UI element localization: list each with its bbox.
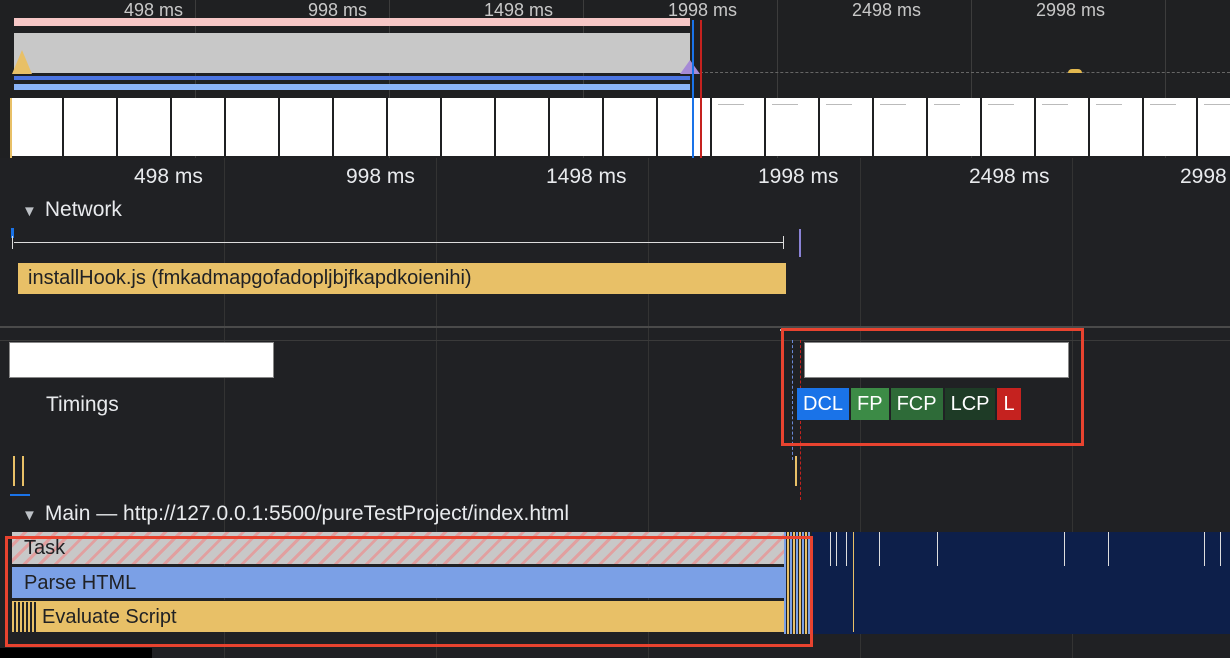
ruler-tick: 998 ms bbox=[346, 165, 415, 188]
collapse-triangle-icon[interactable]: ▼ bbox=[22, 203, 37, 220]
main-start-marker bbox=[10, 494, 30, 496]
screenshot-frame[interactable] bbox=[388, 98, 440, 156]
overview-main-line bbox=[14, 76, 690, 80]
screenshot-frame[interactable] bbox=[226, 98, 278, 156]
screenshot-frame[interactable] bbox=[1090, 98, 1142, 156]
main-thread-header[interactable]: ▼ Main — http://127.0.0.1:5500/pureTestPr… bbox=[22, 502, 569, 526]
task-tick[interactable] bbox=[1204, 532, 1205, 566]
ruler-tick: 1498 ms bbox=[546, 165, 627, 188]
screenshot-frame[interactable] bbox=[982, 98, 1034, 156]
collapse-triangle-icon[interactable]: ▼ bbox=[22, 507, 37, 524]
overview-idle-line bbox=[700, 72, 1230, 74]
task-tick[interactable] bbox=[1108, 532, 1109, 566]
task-tick[interactable] bbox=[836, 532, 837, 566]
interaction-bar[interactable] bbox=[795, 456, 797, 486]
highlight-box-main bbox=[5, 536, 813, 647]
screenshot-frame[interactable] bbox=[712, 98, 764, 156]
network-tiny-request[interactable] bbox=[799, 229, 801, 257]
screenshot-frame[interactable] bbox=[928, 98, 980, 156]
overview-bump bbox=[1068, 69, 1082, 73]
task-tick[interactable] bbox=[846, 532, 847, 566]
screenshot-frame[interactable] bbox=[118, 98, 170, 156]
timing-tooltip-box bbox=[9, 342, 274, 378]
selection-left-handle[interactable] bbox=[10, 98, 12, 158]
screenshot-frame[interactable] bbox=[442, 98, 494, 156]
ruler-tick: 498 ms bbox=[134, 165, 203, 188]
screenshot-frame[interactable] bbox=[604, 98, 656, 156]
screenshot-frame[interactable] bbox=[496, 98, 548, 156]
overview-tick: 2498 ms bbox=[852, 0, 922, 20]
network-label: Network bbox=[44, 198, 122, 221]
task-tick[interactable] bbox=[853, 532, 854, 632]
task-tick[interactable] bbox=[830, 532, 831, 566]
bottom-scroll-area[interactable] bbox=[0, 648, 152, 658]
highlight-box-timings bbox=[781, 328, 1084, 446]
screenshot-frame[interactable] bbox=[766, 98, 818, 156]
interaction-bar[interactable] bbox=[22, 456, 24, 486]
screenshot-frame[interactable] bbox=[550, 98, 602, 156]
screenshot-frames[interactable] bbox=[10, 98, 1230, 156]
network-whisker-cap bbox=[12, 236, 13, 249]
load-marker-line bbox=[700, 20, 702, 158]
dcl-marker-line bbox=[692, 20, 694, 158]
screenshot-frame[interactable] bbox=[1036, 98, 1088, 156]
task-tick[interactable] bbox=[937, 532, 938, 566]
screenshot-frame[interactable] bbox=[10, 98, 62, 156]
screenshot-frame[interactable] bbox=[172, 98, 224, 156]
idle-main-area[interactable] bbox=[812, 532, 1230, 634]
screenshot-frame[interactable] bbox=[1198, 98, 1230, 156]
ruler-tick: 1998 ms bbox=[758, 165, 839, 188]
task-tick[interactable] bbox=[1220, 532, 1221, 566]
task-tick[interactable] bbox=[1064, 532, 1065, 566]
network-request-bar[interactable]: installHook.js (fmkadmapgofadopljbjfkapd… bbox=[18, 263, 786, 294]
task-tick[interactable] bbox=[879, 532, 880, 566]
network-section-header[interactable]: ▼ Network bbox=[22, 198, 122, 222]
overview-main-line bbox=[14, 84, 690, 90]
overview-cpu-area bbox=[14, 33, 690, 73]
screenshot-frame[interactable] bbox=[64, 98, 116, 156]
screenshot-frame[interactable] bbox=[820, 98, 872, 156]
timeline-overview[interactable]: 498 ms 998 ms 1498 ms 1998 ms 2498 ms 29… bbox=[0, 0, 1230, 158]
ruler-tick: 2498 ms bbox=[969, 165, 1050, 188]
interaction-bar[interactable] bbox=[13, 456, 15, 486]
screenshot-frame[interactable] bbox=[658, 98, 710, 156]
network-request-whisker bbox=[14, 242, 784, 243]
main-thread-label: Main — http://127.0.0.1:5500/pureTestPro… bbox=[44, 502, 569, 525]
overview-tick: 2998 ms bbox=[1036, 0, 1106, 20]
overview-network-bar bbox=[14, 18, 690, 26]
timings-label[interactable]: Timings bbox=[46, 393, 119, 417]
screenshot-frame[interactable] bbox=[280, 98, 332, 156]
screenshot-frame[interactable] bbox=[334, 98, 386, 156]
screenshot-frame[interactable] bbox=[874, 98, 926, 156]
ruler-tick: 2998 bbox=[1180, 165, 1227, 188]
screenshot-frame[interactable] bbox=[1144, 98, 1196, 156]
network-whisker-cap bbox=[783, 236, 784, 249]
